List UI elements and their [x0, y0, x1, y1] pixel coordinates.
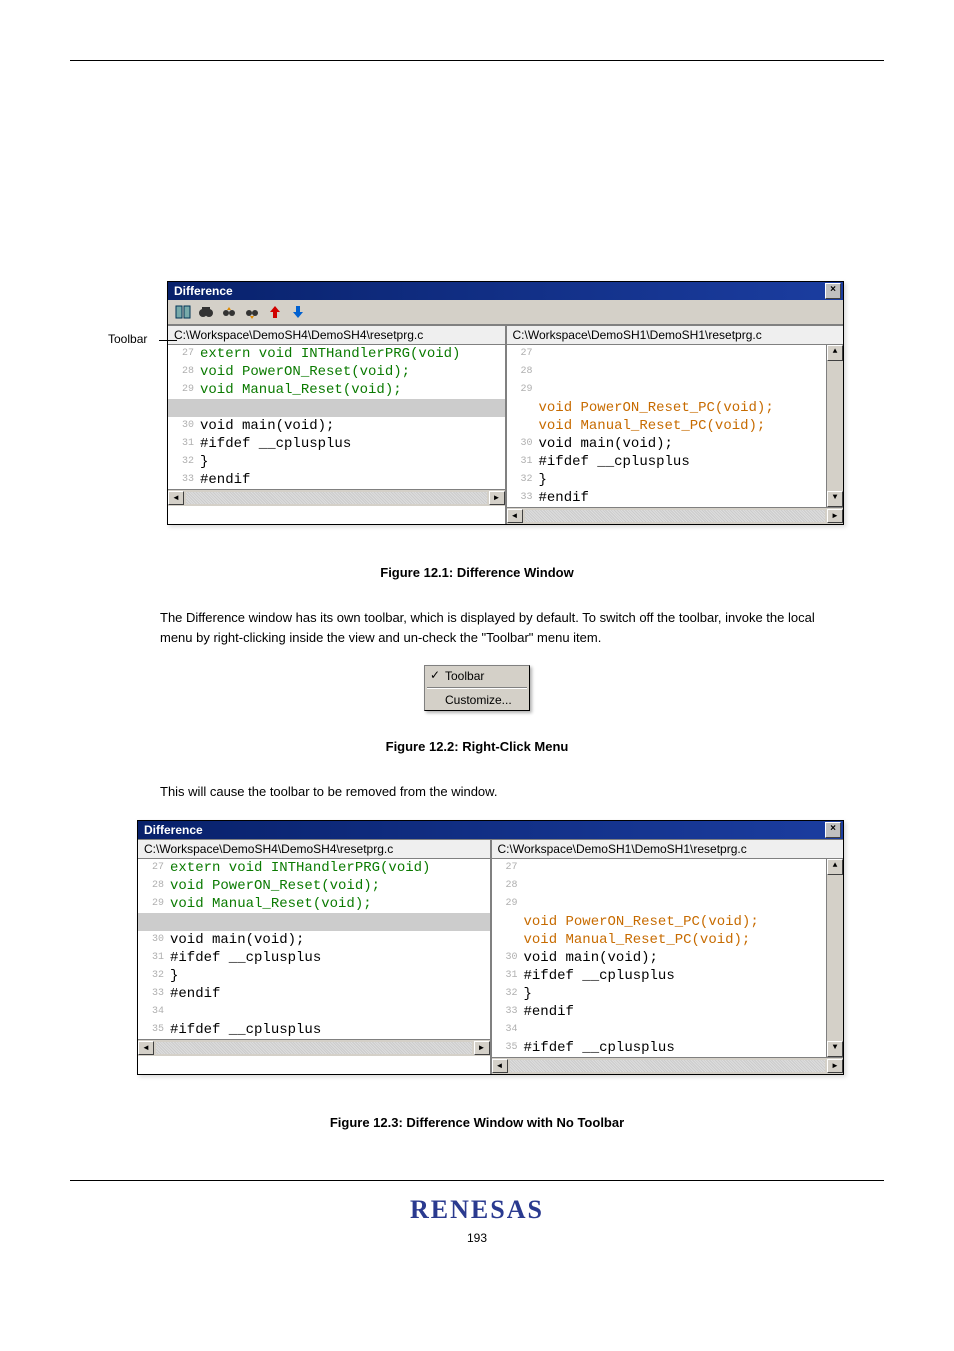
brand-name: RENESAS	[410, 1195, 544, 1224]
page-number: 193	[70, 1231, 884, 1245]
h-scrollbar[interactable]: ◄►	[507, 507, 844, 524]
code-line: 30void main(void);	[168, 417, 505, 435]
code-line: 27extern void INTHandlerPRG(void)	[138, 859, 490, 877]
code-line: 33#endif	[138, 985, 490, 1003]
code-line: void PowerON_Reset_PC(void);	[507, 399, 827, 417]
arrow-up-icon[interactable]	[266, 303, 284, 321]
diff-toolbar	[168, 300, 843, 325]
code-line: 29	[507, 381, 827, 399]
v-scrollbar[interactable]: ▲▼	[826, 345, 843, 507]
h-scrollbar[interactable]: ◄►	[492, 1057, 844, 1074]
close-icon[interactable]: ×	[825, 822, 841, 838]
code-line: 32}	[138, 967, 490, 985]
right-pane: C:\Workspace\DemoSH1\DemoSH1\resetprg.c …	[505, 325, 844, 524]
code-line: 34	[138, 1003, 490, 1021]
code-line: 31#ifdef __cplusplus	[138, 949, 490, 967]
menu-separator	[427, 687, 527, 689]
left-code[interactable]: 27extern void INTHandlerPRG(void)28void …	[168, 345, 505, 489]
compare-icon[interactable]	[174, 303, 192, 321]
code-line: 27	[507, 345, 827, 363]
right-code[interactable]: 272829void PowerON_Reset_PC(void);void M…	[507, 345, 827, 507]
code-line: 32}	[507, 471, 827, 489]
code-line: void PowerON_Reset_PC(void);	[492, 913, 827, 931]
code-line	[168, 399, 505, 417]
right-path: C:\Workspace\DemoSH1\DemoSH1\resetprg.c	[492, 839, 844, 859]
h-scrollbar[interactable]: ◄►	[168, 489, 505, 506]
paragraph-2: This will cause the toolbar to be remove…	[160, 782, 824, 802]
titlebar[interactable]: Difference ×	[168, 282, 843, 300]
find-prev-icon[interactable]	[220, 303, 238, 321]
code-line: 28void PowerON_Reset(void);	[138, 877, 490, 895]
right-pane: C:\Workspace\DemoSH1\DemoSH1\resetprg.c …	[490, 839, 844, 1074]
paragraph-1: The Difference window has its own toolba…	[160, 608, 824, 647]
code-line: 28void PowerON_Reset(void);	[168, 363, 505, 381]
window-title: Difference	[174, 284, 233, 298]
left-pane: C:\Workspace\DemoSH4\DemoSH4\resetprg.c …	[138, 839, 490, 1074]
footer-logo: RENESAS	[70, 1180, 884, 1225]
left-path: C:\Workspace\DemoSH4\DemoSH4\resetprg.c	[168, 325, 505, 345]
difference-window-1: Difference × C:\Workspace\DemoSH4\DemoSH…	[167, 281, 844, 525]
code-line: 32}	[492, 985, 827, 1003]
menu-item-toolbar[interactable]: Toolbar	[425, 666, 529, 686]
difference-window-2: Difference × C:\Workspace\DemoSH4\DemoSH…	[137, 820, 844, 1075]
window-title: Difference	[144, 823, 203, 837]
titlebar[interactable]: Difference ×	[138, 821, 843, 839]
code-line: 33#endif	[492, 1003, 827, 1021]
code-line: 27extern void INTHandlerPRG(void)	[168, 345, 505, 363]
code-line: 30void main(void);	[507, 435, 827, 453]
h-scrollbar[interactable]: ◄►	[138, 1039, 490, 1056]
code-line: 33#endif	[507, 489, 827, 507]
context-menu: Toolbar Customize...	[424, 665, 530, 711]
figure-caption-2: Figure 12.3: Difference Window with No T…	[70, 1115, 884, 1130]
left-code[interactable]: 27extern void INTHandlerPRG(void)28void …	[138, 859, 490, 1039]
binoculars-icon[interactable]	[197, 303, 215, 321]
top-rule	[70, 60, 884, 61]
code-line: 28	[507, 363, 827, 381]
code-line: 27	[492, 859, 827, 877]
code-line: void Manual_Reset_PC(void);	[492, 931, 827, 949]
code-line: 30void main(void);	[138, 931, 490, 949]
code-line: void Manual_Reset_PC(void);	[507, 417, 827, 435]
close-icon[interactable]: ×	[825, 283, 841, 299]
code-line: 31#ifdef __cplusplus	[168, 435, 505, 453]
left-pane: C:\Workspace\DemoSH4\DemoSH4\resetprg.c …	[168, 325, 505, 524]
code-line: 32}	[168, 453, 505, 471]
find-next-icon[interactable]	[243, 303, 261, 321]
code-line: 29void Manual_Reset(void);	[138, 895, 490, 913]
left-path: C:\Workspace\DemoSH4\DemoSH4\resetprg.c	[138, 839, 490, 859]
code-line	[138, 913, 490, 931]
code-line: 33#endif	[168, 471, 505, 489]
code-line: 30void main(void);	[492, 949, 827, 967]
arrow-down-icon[interactable]	[289, 303, 307, 321]
menu-item-customize[interactable]: Customize...	[425, 690, 529, 710]
toolbar-pointer-label: Toolbar	[108, 332, 147, 346]
code-line: 28	[492, 877, 827, 895]
v-scrollbar[interactable]: ▲▼	[826, 859, 843, 1057]
figure-caption-1: Figure 12.1: Difference Window	[70, 565, 884, 580]
right-path: C:\Workspace\DemoSH1\DemoSH1\resetprg.c	[507, 325, 844, 345]
right-code[interactable]: 272829void PowerON_Reset_PC(void);void M…	[492, 859, 827, 1057]
code-line: 34	[492, 1021, 827, 1039]
code-line: 29void Manual_Reset(void);	[168, 381, 505, 399]
code-line: 29	[492, 895, 827, 913]
code-line: 31#ifdef __cplusplus	[492, 967, 827, 985]
code-line: 35#ifdef __cplusplus	[492, 1039, 827, 1057]
figure-caption-menu: Figure 12.2: Right-Click Menu	[70, 739, 884, 754]
code-line: 35#ifdef __cplusplus	[138, 1021, 490, 1039]
code-line: 31#ifdef __cplusplus	[507, 453, 827, 471]
